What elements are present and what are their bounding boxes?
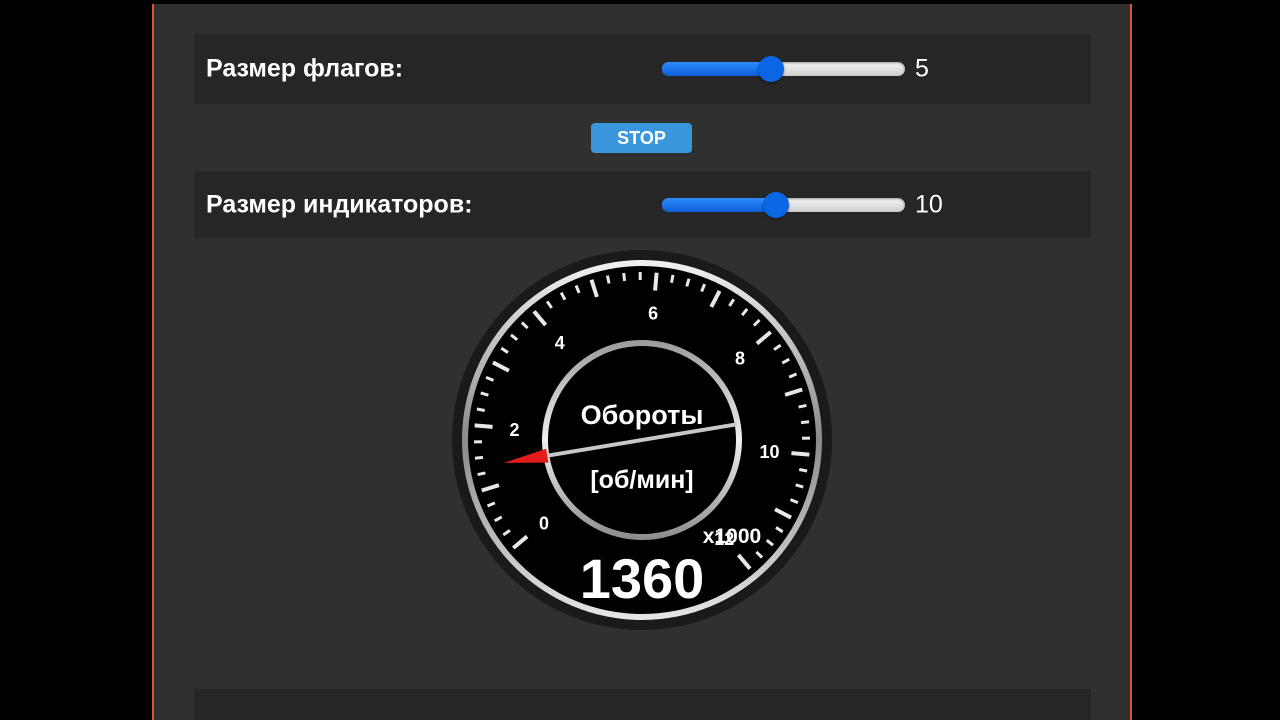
gauge-reading: 1360 <box>580 547 705 610</box>
gauge-title: Обороты <box>581 400 704 430</box>
indicators-size-row: Размер индикаторов: 10 <box>194 171 1091 238</box>
rpm-gauge: 0 2 4 6 8 10 12 Обороты [об/мин] x1000 1360 <box>450 248 834 632</box>
indicators-size-slider[interactable] <box>662 191 905 218</box>
gauge-tick-label: 8 <box>735 349 745 369</box>
stop-button[interactable]: STOP <box>591 123 692 153</box>
gauge-major-tick <box>653 272 659 291</box>
gauge-tick-label: 0 <box>539 513 549 533</box>
flags-size-value: 5 <box>915 54 929 83</box>
gauge-minor-tick <box>798 403 807 409</box>
gauge-minor-tick <box>605 275 611 284</box>
gauge-minor-tick <box>622 272 627 282</box>
indicators-size-slider-fill <box>662 197 777 212</box>
gauge-minor-tick <box>800 420 810 425</box>
gauge-tick-label: 4 <box>555 333 565 353</box>
gauge-multiplier: x1000 <box>703 525 761 548</box>
flags-size-label: Размер флагов: <box>206 54 404 83</box>
app-window: Размер флагов: 5 STOP Размер индикаторов… <box>152 4 1132 720</box>
flags-size-slider-fill <box>662 62 772 76</box>
gauge-tick-label: 2 <box>509 420 519 440</box>
flags-size-row: Размер флагов: 5 <box>194 34 1091 104</box>
gauge-major-tick <box>474 423 493 429</box>
gauge-minor-tick <box>798 468 808 473</box>
gauge-tick-label: 10 <box>759 442 779 462</box>
rpm-gauge-svg: 024681012 Обороты [об/мин] x1000 1360 <box>452 250 832 630</box>
flags-size-slider-thumb[interactable] <box>758 56 785 82</box>
bottom-panel <box>194 689 1091 720</box>
gauge-unit: [об/мин] <box>590 466 693 494</box>
gauge-minor-tick <box>476 407 486 412</box>
indicators-size-value: 10 <box>915 190 943 218</box>
gauge-minor-tick <box>477 471 486 477</box>
gauge-tick-label: 6 <box>648 303 658 323</box>
indicators-size-slider-thumb[interactable] <box>763 191 790 218</box>
gauge-minor-tick <box>474 455 484 460</box>
indicators-size-label: Размер индикаторов: <box>206 190 473 218</box>
gauge-minor-tick <box>670 274 675 284</box>
flags-size-slider[interactable] <box>662 56 905 82</box>
gauge-major-tick <box>791 451 810 457</box>
